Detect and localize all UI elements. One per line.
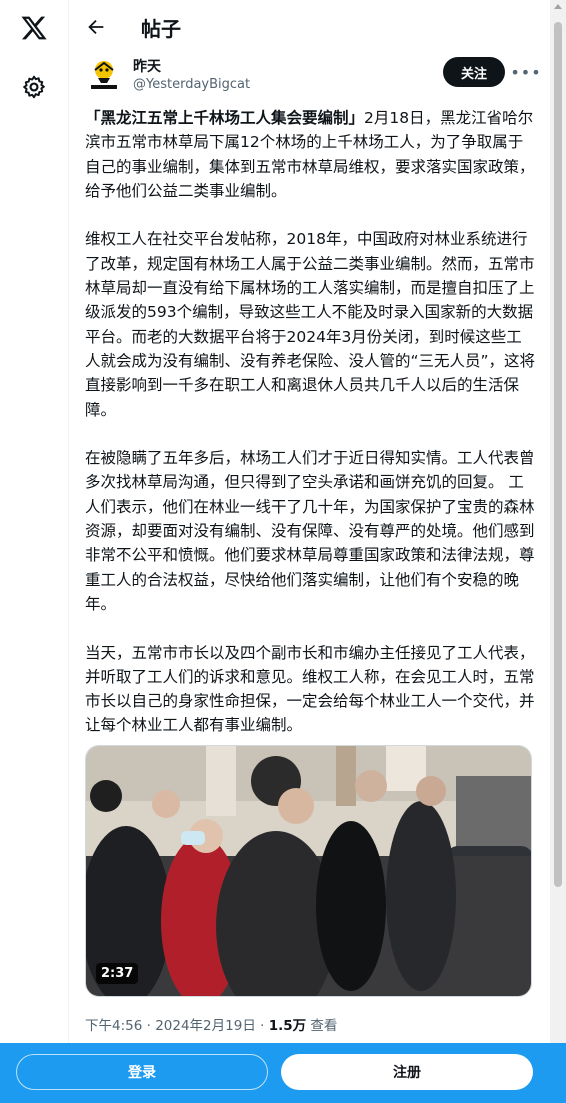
signup-button[interactable]: 注册 [281,1054,533,1090]
author-name[interactable]: 昨天 [133,56,161,76]
post-detail: 帖子 昨天 @YesterdayBigcat 关注 ••• 「黑龙江五常上千林场… [69,0,550,1103]
video-duration: 2:37 [96,963,139,984]
scroll-up-icon[interactable] [554,4,562,9]
login-button[interactable]: 登录 [16,1054,268,1090]
post-text: 「黑龙江五常上千林场工人集会要编制」2月18日，黑龙江省哈尔滨市五常市林草局下属… [85,106,537,762]
scrollbar[interactable] [550,0,566,1043]
left-rail [0,0,69,1103]
avatar[interactable] [85,56,123,94]
scroll-thumb[interactable] [554,22,562,887]
post-meta: 下午4:56 · 2024年2月19日 · 1.5万 查看 [85,1014,337,1034]
follow-button[interactable]: 关注 [443,57,505,87]
paragraph-3: 在被隐瞒了五年多后，林场工人们才于近日得知实情。工人代表曾多次找林草局沟通，但只… [85,449,535,613]
headline: 「黑龙江五常上千林场工人集会要编制」 [85,109,365,127]
more-options-icon[interactable]: ••• [510,57,540,87]
views-label: 查看 [306,1018,338,1034]
video-player[interactable]: 2:37 [85,745,532,997]
top-bar: 帖子 [69,0,550,53]
page-title: 帖子 [141,17,181,41]
back-arrow-icon[interactable] [85,16,107,38]
gear-icon[interactable] [21,74,47,100]
paragraph-2: 维权工人在社交平台发帖称，2018年，中国政府对林业系统进行了改革，规定国有林场… [85,230,536,419]
post-timestamp[interactable]: 下午4:56 · 2024年2月19日 · [85,1018,269,1034]
bottom-bar: 登录 注册 [0,1043,566,1103]
x-logo-icon[interactable] [20,14,48,42]
views-count: 1.5万 [268,1018,307,1034]
paragraph-1: 「黑龙江五常上千林场工人集会要编制」2月18日，黑龙江省哈尔滨市五常市林草局下属… [85,106,537,203]
author-handle[interactable]: @YesterdayBigcat [133,77,250,92]
paragraph-4: 当天，五常市市长以及四个副市长和市编办主任接见了工人代表，并听取了工人们的诉求和… [85,643,535,735]
yesterday-logo-icon [85,56,123,94]
video-thumbnail [86,746,531,996]
